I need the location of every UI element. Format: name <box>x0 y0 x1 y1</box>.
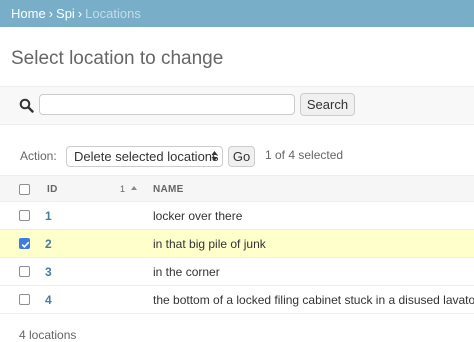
search-icon <box>19 98 34 113</box>
actions-bar: Action: Delete selected locations Go 1 o… <box>0 140 474 172</box>
table-row: 4 the bottom of a locked filing cabinet … <box>0 286 474 314</box>
column-header-id[interactable]: ID <box>47 184 58 195</box>
breadcrumb-app-link[interactable]: Spi <box>56 6 75 21</box>
table-row: 1 locker over there <box>0 202 474 230</box>
go-button[interactable]: Go <box>228 146 255 167</box>
action-select[interactable]: Delete selected locations <box>66 146 223 167</box>
search-toolbar: Search <box>0 86 474 125</box>
search-input[interactable] <box>39 94 295 115</box>
table-header: ID 1 NAME <box>0 175 474 202</box>
row-name: the bottom of a locked filing cabinet st… <box>153 293 474 307</box>
search-button[interactable]: Search <box>300 93 355 116</box>
row-id-link[interactable]: 1 <box>45 209 52 223</box>
column-header-name[interactable]: NAME <box>153 184 184 195</box>
select-arrows-icon <box>211 151 218 161</box>
row-id-link[interactable]: 3 <box>45 265 52 279</box>
table-row: 2 in that big pile of junk <box>0 230 474 258</box>
row-checkbox[interactable] <box>19 266 30 277</box>
row-name: locker over there <box>153 209 243 223</box>
breadcrumb-separator: › <box>48 6 54 21</box>
breadcrumb-current: Locations <box>85 6 141 21</box>
breadcrumb: Home › Spi › Locations <box>0 0 474 27</box>
row-id-link[interactable]: 2 <box>45 237 52 251</box>
sort-priority: 1 <box>120 184 126 194</box>
page-title: Select location to change <box>11 48 224 69</box>
checkmark-icon <box>21 241 30 248</box>
row-name: in that big pile of junk <box>153 237 266 251</box>
breadcrumb-home-link[interactable]: Home <box>11 6 46 21</box>
row-checkbox[interactable] <box>19 238 30 249</box>
row-checkbox[interactable] <box>19 210 30 221</box>
action-label: Action: <box>20 149 57 163</box>
table-row: 3 in the corner <box>0 258 474 286</box>
row-name: in the corner <box>153 265 220 279</box>
row-checkbox[interactable] <box>19 294 30 305</box>
selection-counter: 1 of 4 selected <box>265 148 344 162</box>
select-all-checkbox[interactable] <box>19 184 30 195</box>
breadcrumb-separator: › <box>77 6 83 21</box>
sort-ascending-icon[interactable] <box>130 185 138 191</box>
action-select-value: Delete selected locations <box>74 149 219 164</box>
row-id-link[interactable]: 4 <box>45 293 52 307</box>
